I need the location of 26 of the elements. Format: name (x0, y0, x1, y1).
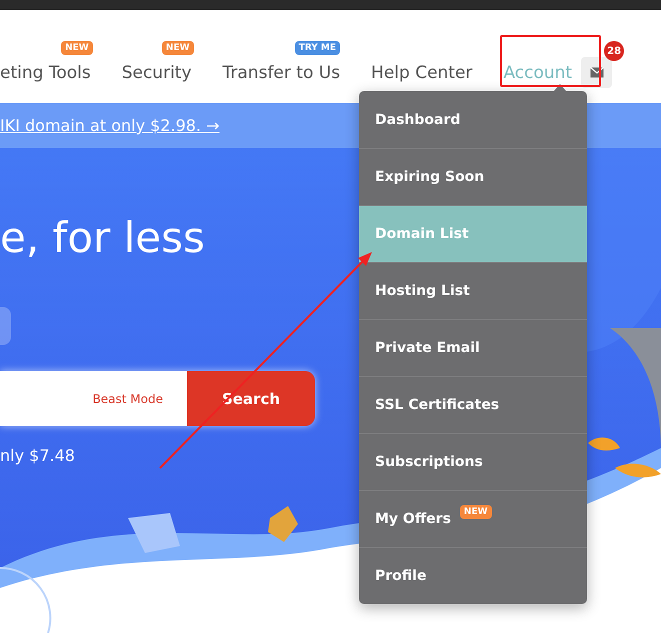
menu-item[interactable]: Private Email (359, 319, 587, 376)
circle-outline (0, 567, 52, 633)
nav-link[interactable]: Transfer to Us (222, 62, 340, 84)
nav-link[interactable]: eting Tools (0, 62, 91, 84)
nav-badge: NEW (162, 41, 194, 55)
nav-link[interactable]: Security (122, 62, 192, 84)
menu-item[interactable]: Dashboard (359, 91, 587, 148)
notification-count: 28 (604, 41, 624, 61)
menu-item[interactable]: Profile (359, 547, 587, 604)
nav-link[interactable]: Help Center (371, 62, 472, 84)
menu-item[interactable]: SSL Certificates (359, 376, 587, 433)
menu-badge: NEW (460, 505, 492, 519)
menu-item[interactable]: Subscriptions (359, 433, 587, 490)
domain-search-field[interactable]: Beast Mode (0, 371, 187, 426)
promo-link[interactable]: IKI domain at only $2.98. → (0, 116, 220, 135)
search-button[interactable]: Search (187, 371, 315, 426)
hero-title: e, for less (0, 212, 205, 264)
menu-item[interactable]: My Offers NEW (359, 490, 587, 547)
price-text: nly $7.48 (0, 446, 75, 465)
leaf (268, 506, 298, 542)
nav-badge: TRY ME (294, 41, 340, 55)
nav-badge: NEW (61, 41, 93, 55)
beast-mode-link[interactable]: Beast Mode (92, 392, 163, 406)
menu-item[interactable]: Hosting List (359, 262, 587, 319)
paper-sheet (128, 513, 180, 553)
leaf (615, 464, 661, 478)
